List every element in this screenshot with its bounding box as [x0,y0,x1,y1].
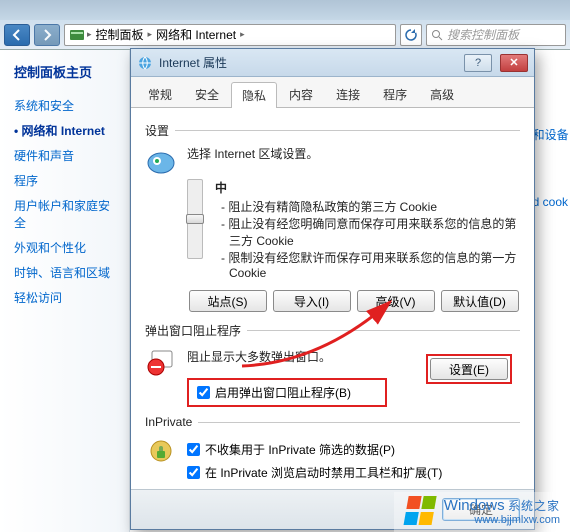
refresh-button[interactable] [400,24,422,46]
highlight-enable-popup: 启用弹出窗口阻止程序(B) [187,378,387,407]
background-page-peek: i和设备 id cook [530,120,570,215]
tab-programs[interactable]: 程序 [372,81,418,107]
dialog-title: Internet 属性 [159,54,456,71]
popup-description: 阻止显示大多数弹出窗口。 [187,346,331,378]
peek-text: id cook [530,189,570,215]
popup-group-header: 弹出窗口阻止程序 [145,322,520,339]
inprivate-header-text: InPrivate [145,415,192,429]
window-titlebar [0,0,570,20]
tab-privacy[interactable]: 隐私 [231,82,277,108]
chevron-right-icon: ▸ [240,29,245,40]
sidebar-item-accounts[interactable]: 用户帐户和家庭安全 [14,193,121,235]
popup-header-text: 弹出窗口阻止程序 [145,322,241,339]
tab-strip: 常规 安全 隐私 内容 连接 程序 高级 [131,77,534,108]
settings-header-text: 设置 [145,122,169,139]
sidebar-item-hardware[interactable]: 硬件和声音 [14,143,121,168]
breadcrumb-icon [69,27,85,43]
close-button[interactable]: ✕ [500,54,528,72]
watermark-url: www.bjjmlxw.com [444,514,560,526]
peek-text: i和设备 [530,120,570,149]
enable-popup-blocker-label: 启用弹出窗口阻止程序(B) [215,384,351,401]
inprivate-icon [145,435,177,467]
sidebar-item-clock[interactable]: 时钟、语言和区域 [14,260,121,285]
internet-icon [137,55,153,71]
watermark: Windows 系统之家 www.bjjmlxw.com [394,492,570,532]
forward-button[interactable] [34,24,60,46]
address-bar: ▸ 控制面板 ▸ 网络和 Internet ▸ 搜索控制面板 [0,20,570,50]
sidebar-item-appearance[interactable]: 外观和个性化 [14,235,121,260]
sidebar-item-programs[interactable]: 程序 [14,168,121,193]
inprivate-group-header: InPrivate [145,415,520,429]
tab-content[interactable]: 内容 [278,81,324,107]
zone-icon [145,147,177,179]
inprivate-disable-ext-label: 在 InPrivate 浏览启动时禁用工具栏和扩展(T) [205,464,442,481]
sidebar-title[interactable]: 控制面板主页 [14,62,121,81]
dialog-titlebar[interactable]: Internet 属性 ? ✕ [131,49,534,77]
bullet-text: - 阻止没有精简隐私政策的第三方 Cookie [221,198,520,215]
slider-level-label: 中 [215,179,520,196]
sidebar-item-ease[interactable]: 轻松访问 [14,285,121,310]
advanced-button[interactable]: 高级(V) [357,290,435,312]
settings-description: 选择 Internet 区域设置。 [187,145,318,171]
breadcrumb-segment[interactable]: 网络和 Internet [154,26,238,43]
search-placeholder: 搜索控制面板 [447,26,519,43]
chevron-right-icon: ▸ [87,29,92,40]
breadcrumb-segment[interactable]: 控制面板 [94,26,146,43]
sidebar-item-system[interactable]: 系统和安全 [14,93,121,118]
breadcrumb[interactable]: ▸ 控制面板 ▸ 网络和 Internet ▸ [64,24,396,46]
slider-thumb[interactable] [186,214,204,224]
default-button[interactable]: 默认值(D) [441,290,519,312]
inprivate-disable-ext-checkbox[interactable] [187,466,200,479]
tab-connections[interactable]: 连接 [325,81,371,107]
slider-description: 中 - 阻止没有精简隐私政策的第三方 Cookie - 阻止没有经您明确同意而保… [215,179,520,280]
sidebar: 控制面板主页 系统和安全 网络和 Internet 硬件和声音 程序 用户帐户和… [0,50,130,532]
sidebar-item-network[interactable]: 网络和 Internet [14,118,121,143]
import-button[interactable]: 导入(I) [273,290,351,312]
privacy-level-slider[interactable] [187,179,203,259]
popup-settings-button[interactable]: 设置(E) [430,358,508,380]
watermark-brand: Windows [444,497,505,514]
tab-advanced[interactable]: 高级 [419,81,465,107]
dialog-body: 设置 选择 Internet 区域设置。 中 - 阻止没有精简隐私政策的第三方 … [131,108,534,489]
windows-logo-icon [403,496,438,526]
chevron-right-icon: ▸ [148,29,153,40]
inprivate-nodata-label: 不收集用于 InPrivate 筛选的数据(P) [205,441,395,458]
search-icon [431,29,443,41]
watermark-sub: 系统之家 [508,499,560,513]
search-input[interactable]: 搜索控制面板 [426,24,566,46]
tab-general[interactable]: 常规 [137,81,183,107]
internet-properties-dialog: Internet 属性 ? ✕ 常规 安全 隐私 内容 连接 程序 高级 设置 [130,48,535,530]
highlight-settings: 设置(E) [426,354,512,384]
sites-button[interactable]: 站点(S) [189,290,267,312]
back-button[interactable] [4,24,30,46]
help-button[interactable]: ? [464,54,492,72]
settings-group-header: 设置 [145,122,520,139]
bullet-text: - 阻止没有经您明确同意而保存可用来联系您的信息的第三方 Cookie [221,215,520,249]
inprivate-nodata-checkbox[interactable] [187,443,200,456]
bullet-text: - 限制没有经您默许而保存可用来联系您的信息的第一方 Cookie [221,249,520,280]
tab-security[interactable]: 安全 [184,81,230,107]
popup-blocker-icon [145,346,177,378]
enable-popup-blocker-checkbox[interactable] [197,386,210,399]
